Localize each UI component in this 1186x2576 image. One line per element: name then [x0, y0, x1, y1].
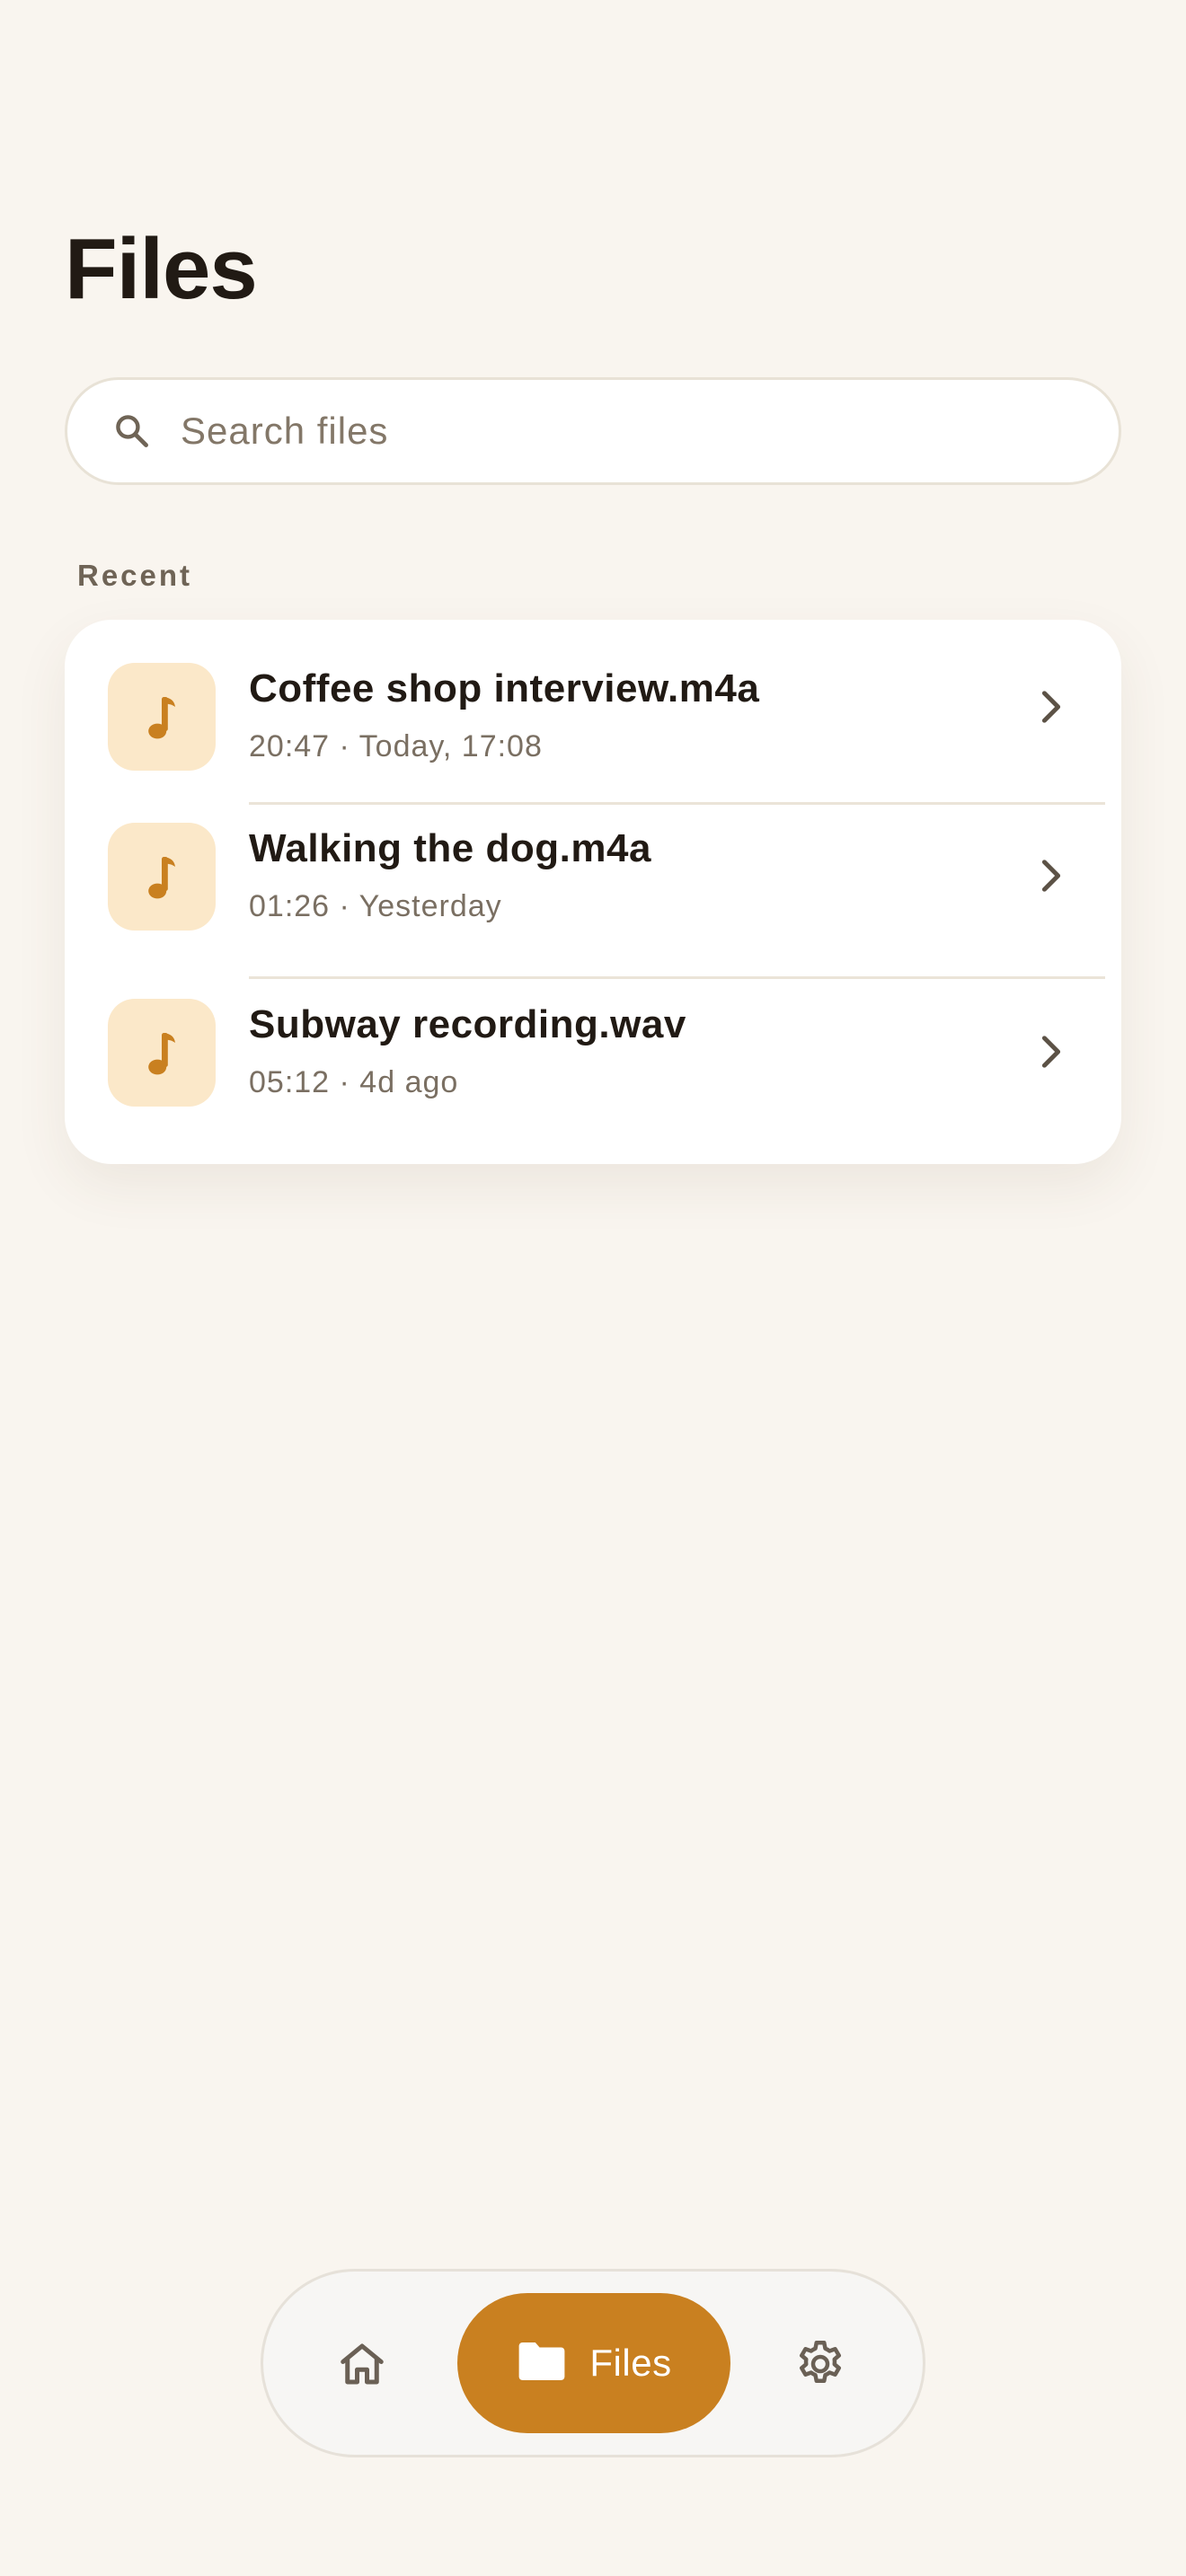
- bottom-nav: Files: [261, 2269, 925, 2457]
- music-note-icon: [108, 823, 216, 931]
- file-name: Subway recording.wav: [249, 1002, 686, 1046]
- folder-icon: [516, 2339, 568, 2388]
- recent-files-list: Coffee shop interview.m4a 20:47 · Today,…: [65, 620, 1121, 1164]
- search-input[interactable]: [181, 410, 1061, 453]
- chevron-right-icon: [1035, 1033, 1067, 1071]
- home-icon: [335, 2337, 389, 2395]
- list-item[interactable]: Walking the dog.m4a 01:26 · Yesterday: [65, 805, 1121, 979]
- files-screen: Files Recent Coffee shop interview.m4a 2…: [0, 0, 1186, 2576]
- search-bar[interactable]: [65, 377, 1121, 485]
- chevron-right-icon: [1035, 857, 1067, 895]
- search-icon: [112, 411, 152, 451]
- file-name: Walking the dog.m4a: [249, 826, 651, 870]
- page-title: Files: [65, 221, 258, 317]
- music-note-icon: [108, 663, 216, 771]
- file-meta: 05:12 · 4d ago: [249, 1065, 459, 1099]
- nav-home-button[interactable]: [317, 2321, 407, 2411]
- file-name: Coffee shop interview.m4a: [249, 666, 760, 710]
- nav-files-label: Files: [589, 2342, 672, 2384]
- list-item[interactable]: Coffee shop interview.m4a 20:47 · Today,…: [65, 620, 1121, 794]
- nav-files-button[interactable]: Files: [457, 2293, 730, 2433]
- chevron-right-icon: [1035, 688, 1067, 726]
- file-meta: 20:47 · Today, 17:08: [249, 729, 543, 763]
- music-note-icon: [108, 999, 216, 1107]
- file-meta: 01:26 · Yesterday: [249, 889, 502, 923]
- section-label-recent: Recent: [77, 559, 193, 592]
- list-item[interactable]: Subway recording.wav 05:12 · 4d ago: [65, 979, 1121, 1153]
- gear-icon: [793, 2337, 847, 2395]
- nav-settings-button[interactable]: [775, 2321, 865, 2411]
